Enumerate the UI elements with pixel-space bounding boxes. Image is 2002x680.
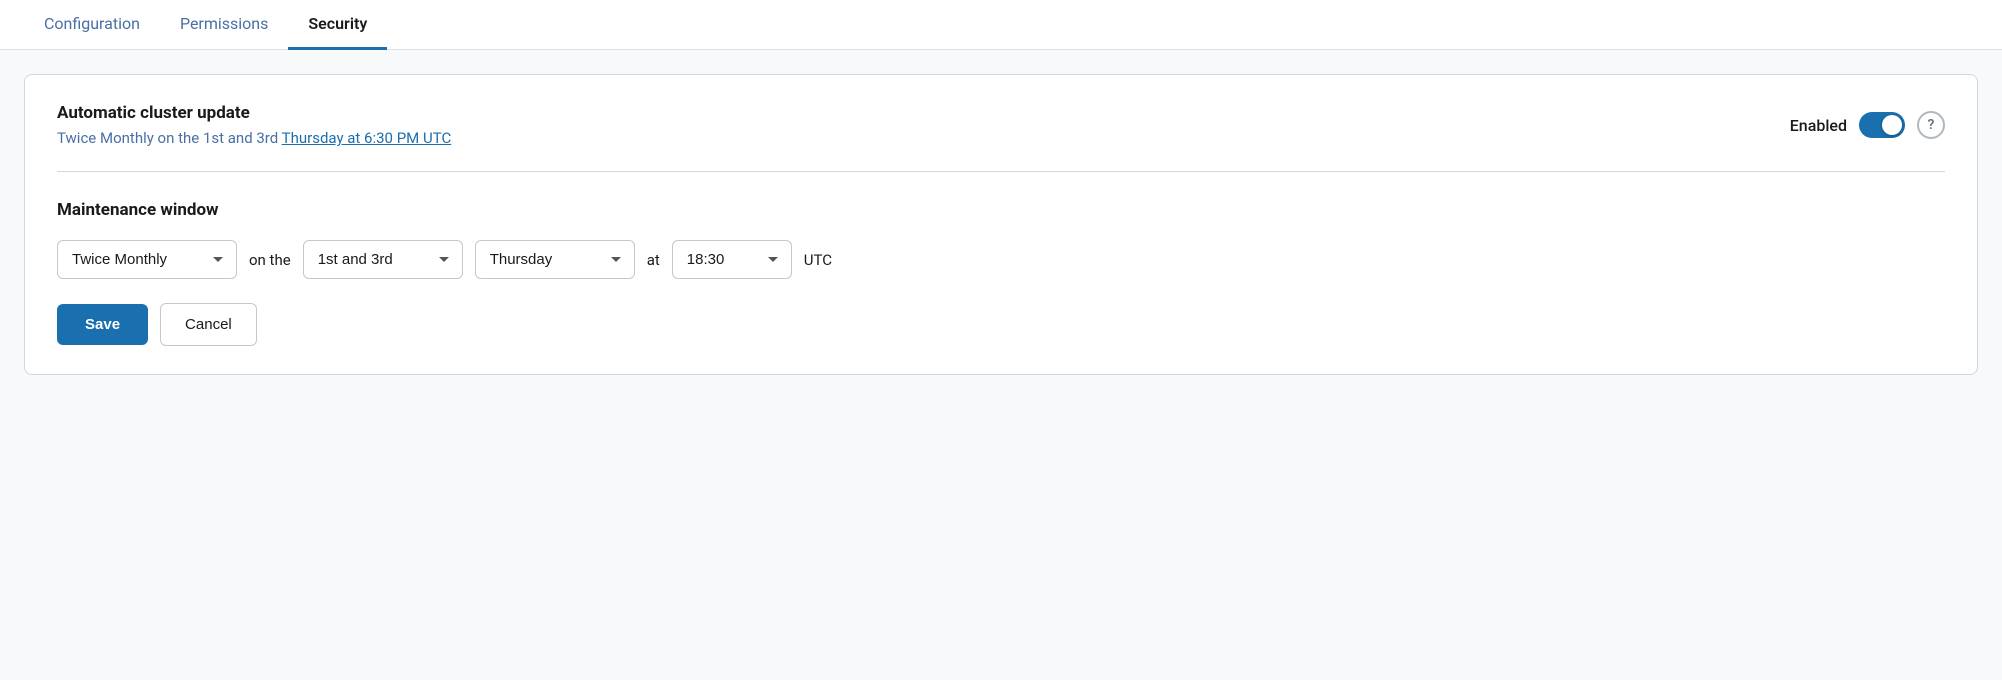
at-label: at <box>647 251 660 269</box>
day-select[interactable]: Monday Tuesday Wednesday Thursday Friday… <box>475 240 635 279</box>
on-the-label: on the <box>249 251 291 269</box>
maintenance-controls: Weekly Twice Monthly Monthly on the 1st … <box>57 240 1945 279</box>
enabled-label: Enabled <box>1790 116 1847 135</box>
save-button[interactable]: Save <box>57 304 148 345</box>
main-content: Automatic cluster update Twice Monthly o… <box>0 50 2002 680</box>
time-select[interactable]: 00:00 06:00 12:00 18:00 18:30 20:00 <box>672 240 792 279</box>
cancel-button[interactable]: Cancel <box>160 303 257 346</box>
cluster-update-title: Automatic cluster update <box>57 103 451 123</box>
cluster-update-left: Automatic cluster update Twice Monthly o… <box>57 103 451 147</box>
tab-security[interactable]: Security <box>288 0 387 50</box>
frequency-select[interactable]: Weekly Twice Monthly Monthly <box>57 240 237 279</box>
help-icon[interactable]: ? <box>1917 111 1945 139</box>
cluster-update-section: Automatic cluster update Twice Monthly o… <box>57 103 1945 172</box>
utc-label: UTC <box>804 251 832 269</box>
occurrence-select[interactable]: 1st and 3rd 2nd and 4th <box>303 240 463 279</box>
cluster-update-right: Enabled ? <box>1790 111 1945 139</box>
description-prefix: Twice Monthly on the 1st and 3rd <box>57 129 282 147</box>
cluster-update-description: Twice Monthly on the 1st and 3rd Thursda… <box>57 129 451 147</box>
tabs-bar: Configuration Permissions Security <box>0 0 2002 50</box>
tab-configuration[interactable]: Configuration <box>24 0 160 50</box>
settings-card: Automatic cluster update Twice Monthly o… <box>24 74 1978 375</box>
toggle-switch[interactable] <box>1859 112 1905 138</box>
maintenance-section: Maintenance window Weekly Twice Monthly … <box>57 200 1945 346</box>
tab-permissions[interactable]: Permissions <box>160 0 288 50</box>
maintenance-window-title: Maintenance window <box>57 200 1945 220</box>
description-link[interactable]: Thursday at 6:30 PM UTC <box>282 129 452 147</box>
buttons-row: Save Cancel <box>57 303 1945 346</box>
